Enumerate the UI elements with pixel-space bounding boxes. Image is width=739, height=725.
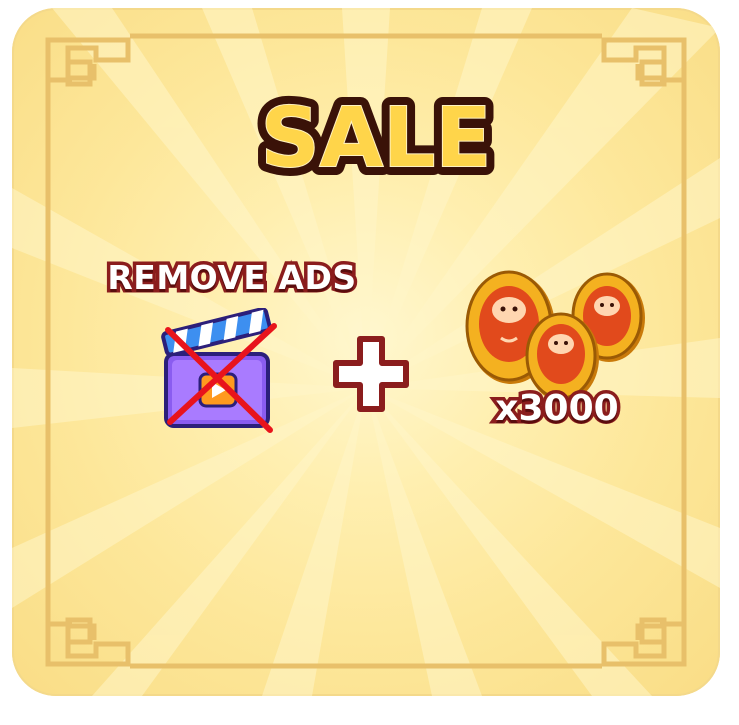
daruma-coins-icon xyxy=(465,270,645,402)
sale-popup-panel: SALE SALE REMOVE ADS x3000 xyxy=(12,8,720,696)
remove-ads-label: REMOVE ADS xyxy=(104,255,360,301)
sale-title: SALE SALE xyxy=(252,82,501,195)
coin-quantity-label: x3000 xyxy=(492,385,622,433)
svg-text:SALE: SALE xyxy=(261,91,492,186)
red-x-icon xyxy=(165,323,277,433)
plus-icon xyxy=(333,336,409,412)
